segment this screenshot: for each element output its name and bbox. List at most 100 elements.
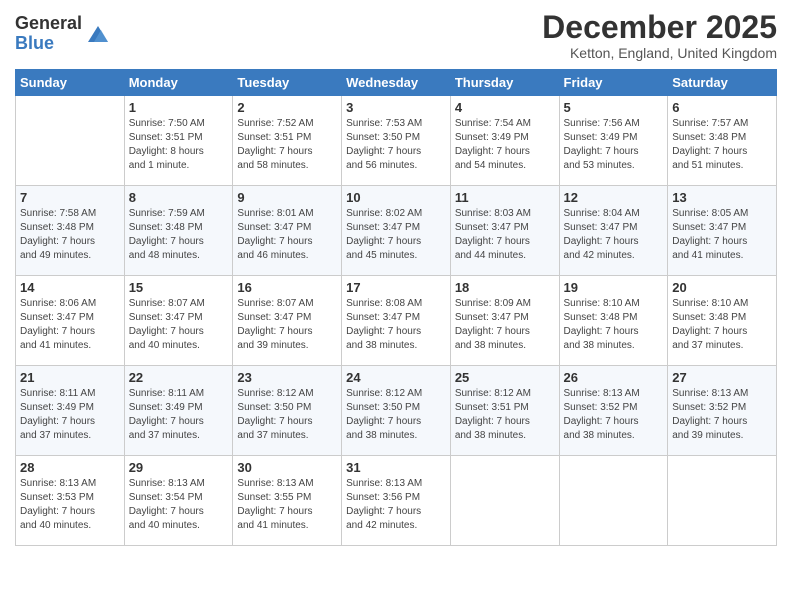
day-content: Sunrise: 8:10 AM Sunset: 3:48 PM Dayligh… xyxy=(672,297,772,353)
day-content: Sunrise: 7:50 AM Sunset: 3:51 PM Dayligh… xyxy=(129,117,229,173)
logo-icon xyxy=(84,20,112,48)
day-content: Sunrise: 8:13 AM Sunset: 3:53 PM Dayligh… xyxy=(20,477,120,533)
day-number: 16 xyxy=(237,280,337,295)
day-number: 12 xyxy=(564,190,664,205)
calendar-cell: 6 Sunrise: 7:57 AM Sunset: 3:48 PM Daylig… xyxy=(668,96,777,186)
day-number: 15 xyxy=(129,280,229,295)
calendar-cell: 5 Sunrise: 7:56 AM Sunset: 3:49 PM Daylig… xyxy=(559,96,668,186)
day-number: 21 xyxy=(20,370,120,385)
page-header: General Blue December 2025 Ketton, Engla… xyxy=(15,10,777,61)
calendar-cell xyxy=(668,456,777,546)
calendar-cell xyxy=(450,456,559,546)
day-number: 3 xyxy=(346,100,446,115)
day-number: 5 xyxy=(564,100,664,115)
calendar-cell: 30 Sunrise: 8:13 AM Sunset: 3:55 PM Dayli… xyxy=(233,456,342,546)
day-number: 14 xyxy=(20,280,120,295)
day-content: Sunrise: 8:03 AM Sunset: 3:47 PM Dayligh… xyxy=(455,207,555,263)
calendar-cell: 25 Sunrise: 8:12 AM Sunset: 3:51 PM Dayli… xyxy=(450,366,559,456)
day-number: 28 xyxy=(20,460,120,475)
calendar-cell: 2 Sunrise: 7:52 AM Sunset: 3:51 PM Daylig… xyxy=(233,96,342,186)
calendar-cell: 8 Sunrise: 7:59 AM Sunset: 3:48 PM Daylig… xyxy=(124,186,233,276)
day-content: Sunrise: 8:13 AM Sunset: 3:54 PM Dayligh… xyxy=(129,477,229,533)
day-number: 10 xyxy=(346,190,446,205)
day-number: 13 xyxy=(672,190,772,205)
day-number: 30 xyxy=(237,460,337,475)
calendar-cell: 11Sunrise: 8:03 AM Sunset: 3:47 PM Dayli… xyxy=(450,186,559,276)
calendar-cell: 12 Sunrise: 8:04 AM Sunset: 3:47 PM Dayli… xyxy=(559,186,668,276)
calendar-cell: 28 Sunrise: 8:13 AM Sunset: 3:53 PM Dayli… xyxy=(16,456,125,546)
day-number: 18 xyxy=(455,280,555,295)
header-sunday: Sunday xyxy=(16,70,125,96)
calendar-cell: 24Sunrise: 8:12 AM Sunset: 3:50 PM Dayli… xyxy=(342,366,451,456)
day-content: Sunrise: 8:02 AM Sunset: 3:47 PM Dayligh… xyxy=(346,207,446,263)
day-number: 22 xyxy=(129,370,229,385)
day-number: 23 xyxy=(237,370,337,385)
day-content: Sunrise: 7:58 AM Sunset: 3:48 PM Dayligh… xyxy=(20,207,120,263)
week-row-4: 21 Sunrise: 8:11 AM Sunset: 3:49 PM Dayli… xyxy=(16,366,777,456)
day-content: Sunrise: 8:11 AM Sunset: 3:49 PM Dayligh… xyxy=(20,387,120,443)
calendar-cell: 14 Sunrise: 8:06 AM Sunset: 3:47 PM Dayli… xyxy=(16,276,125,366)
day-content: Sunrise: 8:08 AM Sunset: 3:47 PM Dayligh… xyxy=(346,297,446,353)
location: Ketton, England, United Kingdom xyxy=(542,45,777,61)
calendar-cell: 27 Sunrise: 8:13 AM Sunset: 3:52 PM Dayli… xyxy=(668,366,777,456)
calendar-cell: 7 Sunrise: 7:58 AM Sunset: 3:48 PM Daylig… xyxy=(16,186,125,276)
day-content: Sunrise: 7:54 AM Sunset: 3:49 PM Dayligh… xyxy=(455,117,555,173)
calendar-table: SundayMondayTuesdayWednesdayThursdayFrid… xyxy=(15,69,777,546)
day-content: Sunrise: 8:04 AM Sunset: 3:47 PM Dayligh… xyxy=(564,207,664,263)
day-content: Sunrise: 8:10 AM Sunset: 3:48 PM Dayligh… xyxy=(564,297,664,353)
day-content: Sunrise: 8:13 AM Sunset: 3:52 PM Dayligh… xyxy=(672,387,772,443)
header-thursday: Thursday xyxy=(450,70,559,96)
day-number: 2 xyxy=(237,100,337,115)
day-number: 6 xyxy=(672,100,772,115)
calendar-cell: 16 Sunrise: 8:07 AM Sunset: 3:47 PM Dayli… xyxy=(233,276,342,366)
day-number: 4 xyxy=(455,100,555,115)
day-content: Sunrise: 7:53 AM Sunset: 3:50 PM Dayligh… xyxy=(346,117,446,173)
day-content: Sunrise: 7:59 AM Sunset: 3:48 PM Dayligh… xyxy=(129,207,229,263)
month-title: December 2025 xyxy=(542,10,777,45)
week-row-3: 14 Sunrise: 8:06 AM Sunset: 3:47 PM Dayli… xyxy=(16,276,777,366)
header-monday: Monday xyxy=(124,70,233,96)
day-number: 20 xyxy=(672,280,772,295)
header-friday: Friday xyxy=(559,70,668,96)
calendar-cell: 3 Sunrise: 7:53 AM Sunset: 3:50 PM Daylig… xyxy=(342,96,451,186)
day-content: Sunrise: 8:13 AM Sunset: 3:55 PM Dayligh… xyxy=(237,477,337,533)
day-content: Sunrise: 8:07 AM Sunset: 3:47 PM Dayligh… xyxy=(237,297,337,353)
day-content: Sunrise: 8:12 AM Sunset: 3:50 PM Dayligh… xyxy=(346,387,446,443)
title-block: December 2025 Ketton, England, United Ki… xyxy=(542,10,777,61)
calendar-cell: 21 Sunrise: 8:11 AM Sunset: 3:49 PM Dayli… xyxy=(16,366,125,456)
day-number: 8 xyxy=(129,190,229,205)
day-number: 7 xyxy=(20,190,120,205)
day-content: Sunrise: 8:11 AM Sunset: 3:49 PM Dayligh… xyxy=(129,387,229,443)
calendar-cell: 10 Sunrise: 8:02 AM Sunset: 3:47 PM Dayli… xyxy=(342,186,451,276)
day-content: Sunrise: 8:12 AM Sunset: 3:51 PM Dayligh… xyxy=(455,387,555,443)
logo: General Blue xyxy=(15,14,112,54)
calendar-cell: 20 Sunrise: 8:10 AM Sunset: 3:48 PM Dayli… xyxy=(668,276,777,366)
day-content: Sunrise: 7:56 AM Sunset: 3:49 PM Dayligh… xyxy=(564,117,664,173)
day-number: 31 xyxy=(346,460,446,475)
day-number: 27 xyxy=(672,370,772,385)
day-number: 29 xyxy=(129,460,229,475)
day-number: 26 xyxy=(564,370,664,385)
calendar-cell: 18Sunrise: 8:09 AM Sunset: 3:47 PM Dayli… xyxy=(450,276,559,366)
day-content: Sunrise: 8:13 AM Sunset: 3:52 PM Dayligh… xyxy=(564,387,664,443)
header-saturday: Saturday xyxy=(668,70,777,96)
calendar-cell: 1 Sunrise: 7:50 AM Sunset: 3:51 PM Daylig… xyxy=(124,96,233,186)
logo-blue-text: Blue xyxy=(15,34,82,54)
calendar-cell: 4 Sunrise: 7:54 AM Sunset: 3:49 PM Daylig… xyxy=(450,96,559,186)
calendar-cell: 15Sunrise: 8:07 AM Sunset: 3:47 PM Dayli… xyxy=(124,276,233,366)
header-wednesday: Wednesday xyxy=(342,70,451,96)
week-row-1: 1 Sunrise: 7:50 AM Sunset: 3:51 PM Daylig… xyxy=(16,96,777,186)
day-content: Sunrise: 8:06 AM Sunset: 3:47 PM Dayligh… xyxy=(20,297,120,353)
day-content: Sunrise: 7:52 AM Sunset: 3:51 PM Dayligh… xyxy=(237,117,337,173)
day-content: Sunrise: 7:57 AM Sunset: 3:48 PM Dayligh… xyxy=(672,117,772,173)
day-number: 9 xyxy=(237,190,337,205)
header-tuesday: Tuesday xyxy=(233,70,342,96)
logo-general-text: General xyxy=(15,14,82,34)
day-content: Sunrise: 8:12 AM Sunset: 3:50 PM Dayligh… xyxy=(237,387,337,443)
day-number: 1 xyxy=(129,100,229,115)
calendar-cell: 31Sunrise: 8:13 AM Sunset: 3:56 PM Dayli… xyxy=(342,456,451,546)
day-number: 25 xyxy=(455,370,555,385)
day-number: 17 xyxy=(346,280,446,295)
calendar-cell: 23 Sunrise: 8:12 AM Sunset: 3:50 PM Dayli… xyxy=(233,366,342,456)
calendar-cell: 9Sunrise: 8:01 AM Sunset: 3:47 PM Daylig… xyxy=(233,186,342,276)
